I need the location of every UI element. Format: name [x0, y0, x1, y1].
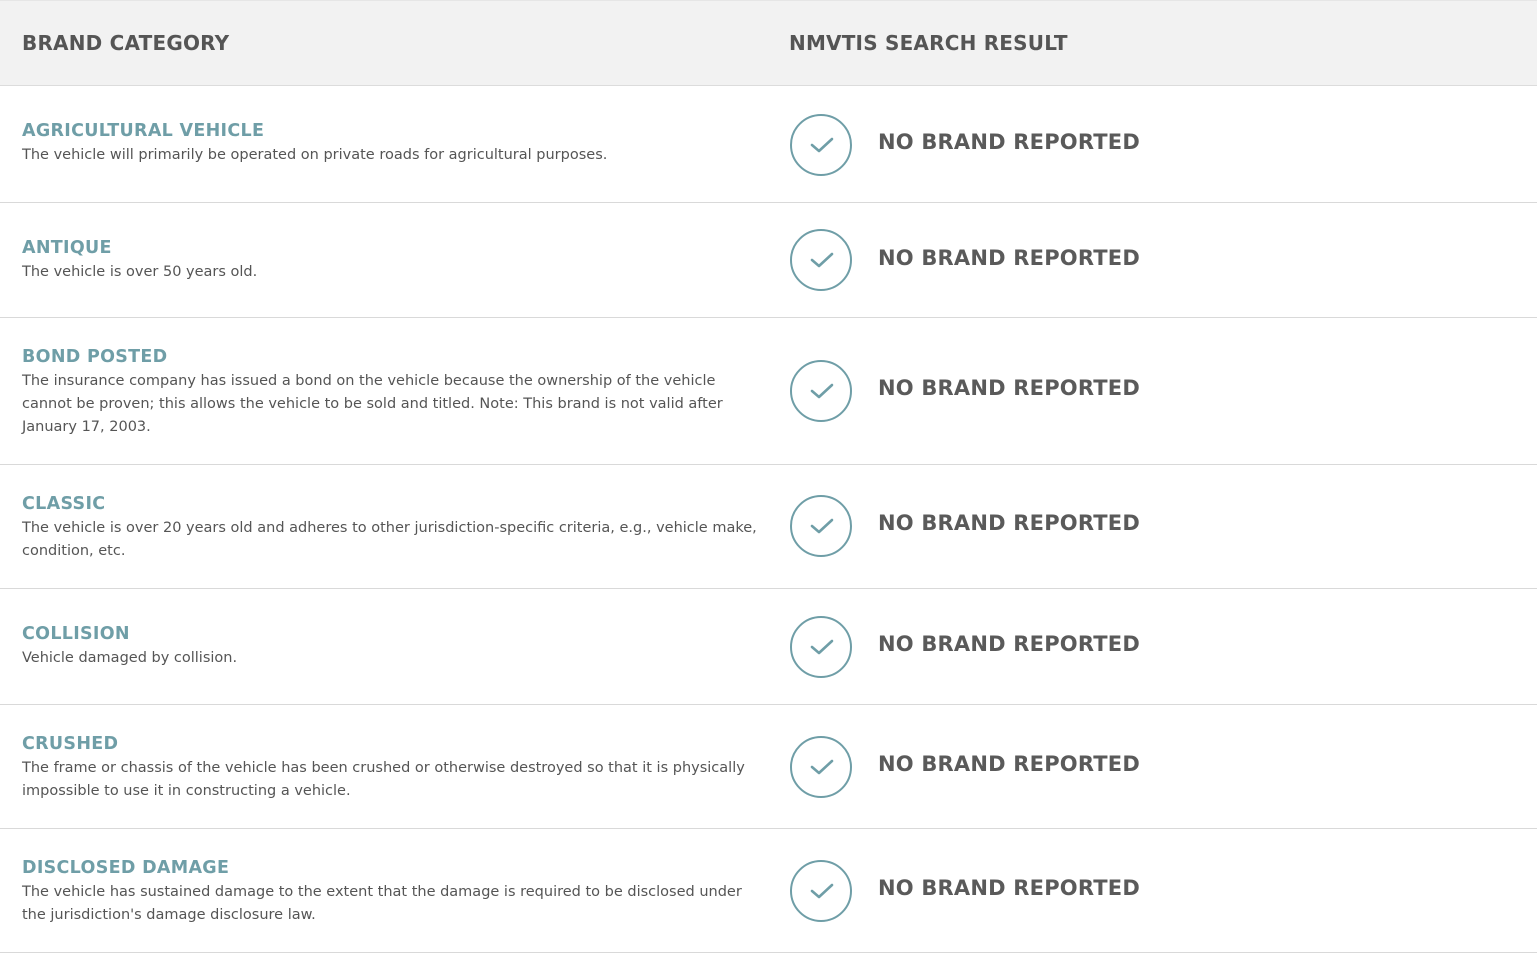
search-result-header: NMVTIS SEARCH RESULT: [789, 31, 1068, 55]
check-circle-icon: [790, 114, 852, 176]
brand-table: BRAND CATEGORY NMVTIS SEARCH RESULT AGRI…: [0, 0, 1537, 953]
brand-description: The vehicle is over 50 years old.: [22, 264, 258, 280]
check-circle-icon: [790, 229, 852, 291]
brand-description: Vehicle damaged by collision.: [22, 650, 238, 666]
brand-name: AGRICULTURAL VEHICLE: [22, 121, 265, 141]
table-row: CLASSIC The vehicle is over 20 years old…: [0, 465, 1537, 589]
result-text: NO BRAND REPORTED: [878, 246, 1140, 270]
brand-category-header: BRAND CATEGORY: [22, 31, 230, 55]
result-text: NO BRAND REPORTED: [878, 511, 1140, 535]
table-header: BRAND CATEGORY NMVTIS SEARCH RESULT: [0, 0, 1537, 86]
brand-description: The vehicle will primarily be operated o…: [22, 147, 608, 163]
check-circle-icon: [790, 736, 852, 798]
table-row: ANTIQUE The vehicle is over 50 years old…: [0, 203, 1537, 318]
result-text: NO BRAND REPORTED: [878, 632, 1140, 656]
brand-description: The vehicle has sustained damage to the …: [22, 884, 742, 923]
brand-name: ANTIQUE: [22, 238, 112, 258]
table-row: BOND POSTED The insurance company has is…: [0, 318, 1537, 465]
result-text: NO BRAND REPORTED: [878, 130, 1140, 154]
brand-name: CRUSHED: [22, 734, 119, 754]
brand-name: COLLISION: [22, 624, 130, 644]
check-circle-icon: [790, 360, 852, 422]
result-text: NO BRAND REPORTED: [878, 752, 1140, 776]
brand-description: The insurance company has issued a bond …: [22, 373, 723, 435]
brand-name: CLASSIC: [22, 494, 106, 514]
brand-name: DISCLOSED DAMAGE: [22, 858, 230, 878]
brand-description: The frame or chassis of the vehicle has …: [22, 760, 745, 799]
brand-description: The vehicle is over 20 years old and adh…: [22, 520, 757, 559]
check-circle-icon: [790, 860, 852, 922]
check-circle-icon: [790, 616, 852, 678]
table-row: DISCLOSED DAMAGE The vehicle has sustain…: [0, 829, 1537, 953]
brand-name: BOND POSTED: [22, 347, 168, 367]
table-row: AGRICULTURAL VEHICLE The vehicle will pr…: [0, 86, 1537, 203]
check-circle-icon: [790, 495, 852, 557]
result-text: NO BRAND REPORTED: [878, 876, 1140, 900]
result-text: NO BRAND REPORTED: [878, 376, 1140, 400]
table-row: COLLISION Vehicle damaged by collision. …: [0, 589, 1537, 705]
table-row: CRUSHED The frame or chassis of the vehi…: [0, 705, 1537, 829]
